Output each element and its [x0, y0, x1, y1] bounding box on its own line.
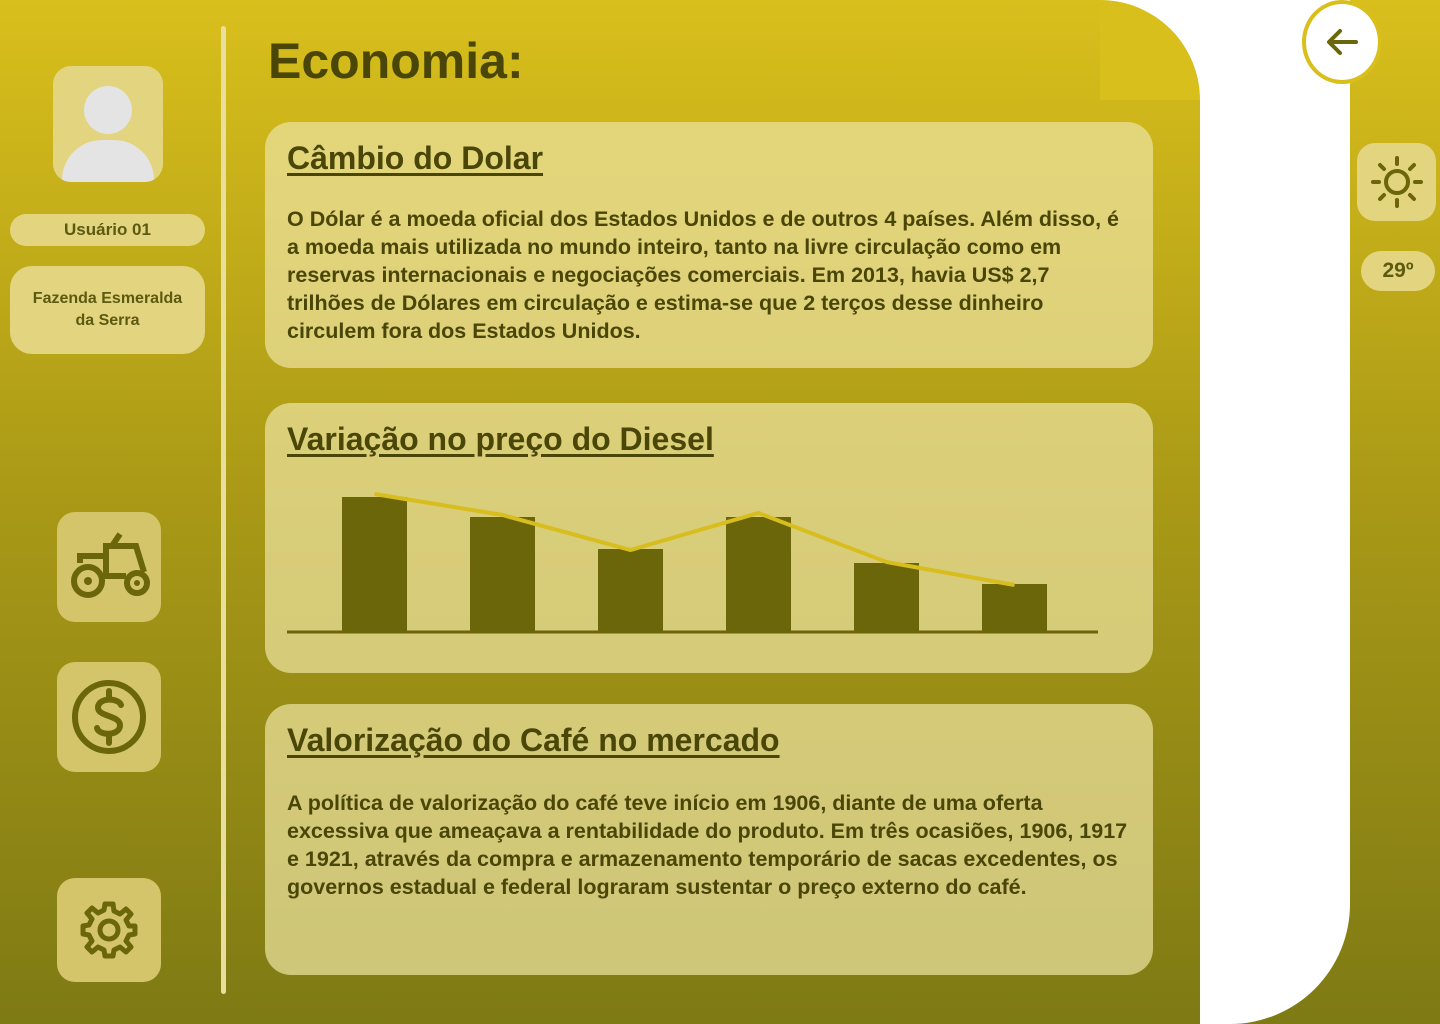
chart-bar: [598, 549, 663, 631]
dollar-card: Câmbio do Dolar O Dólar é a moeda oficia…: [265, 122, 1153, 368]
tractor-button[interactable]: [57, 512, 161, 622]
chart-bar: [342, 497, 407, 631]
chart-bar: [726, 517, 791, 631]
sun-icon: [1370, 156, 1423, 208]
chart-bar: [982, 584, 1047, 631]
chart-bar: [470, 517, 535, 631]
farm-label: Fazenda Esmeralda da Serra: [10, 266, 205, 354]
sidebar-divider: [221, 26, 226, 994]
back-button[interactable]: [1302, 0, 1382, 84]
temperature-badge: 29º: [1361, 251, 1435, 291]
coffee-card-text: A política de valorização do café teve i…: [287, 791, 1128, 899]
diesel-card: Variação no preço do Diesel: [265, 403, 1153, 673]
settings-button[interactable]: [57, 878, 161, 982]
user-label: Usuário 01: [10, 214, 205, 246]
avatar[interactable]: [53, 66, 163, 182]
right-panel: [1200, 0, 1350, 1024]
diesel-chart: [287, 492, 1098, 634]
finance-button[interactable]: [57, 662, 161, 772]
arrow-left-icon: [1327, 29, 1358, 55]
page-title: Economia:: [268, 33, 524, 89]
tractor-icon: [71, 532, 150, 598]
gear-icon: [80, 901, 138, 959]
avatar-head: [84, 86, 132, 134]
coffee-card-title: Valorização do Café no mercado: [287, 722, 780, 758]
dollar-card-title: Câmbio do Dolar: [287, 140, 544, 176]
weather-button[interactable]: [1357, 143, 1436, 221]
dollar-card-text: O Dólar é a moeda oficial dos Estados Un…: [287, 207, 1119, 343]
panel-corner: [1100, 0, 1200, 100]
avatar-body: [62, 140, 154, 182]
dollar-icon: [72, 680, 146, 754]
chart-bar: [854, 563, 919, 631]
coffee-card: Valorização do Café no mercado A polític…: [265, 704, 1153, 975]
